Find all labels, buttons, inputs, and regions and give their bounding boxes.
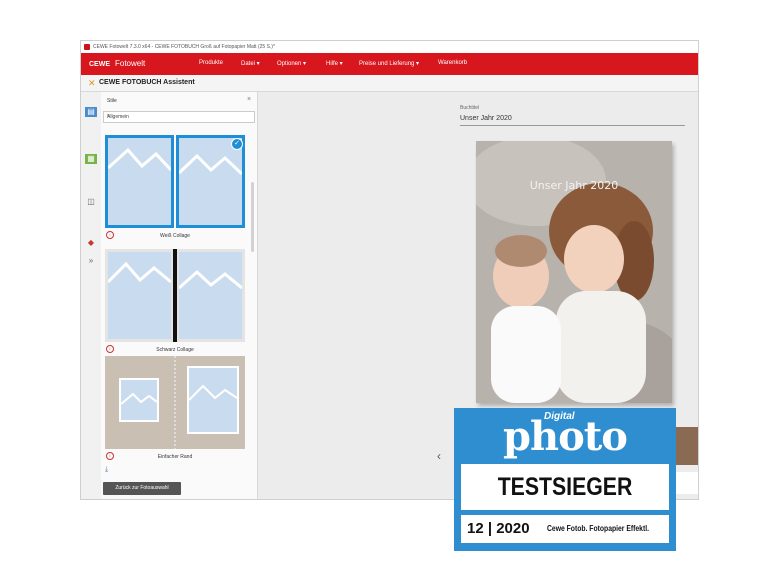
assistant-bar: ✕ CEWE FOTOBUCH Assistent bbox=[81, 75, 698, 92]
page-strip-thumbnail[interactable] bbox=[675, 427, 698, 465]
style-label: Weiß Collage bbox=[160, 233, 190, 239]
mountain-placeholder-icon bbox=[108, 252, 171, 339]
menu-preise[interactable]: Preise und Lieferung ▾ bbox=[359, 60, 419, 67]
previous-page-arrow-icon[interactable]: ‹ bbox=[437, 449, 441, 463]
brand-name: CEWE bbox=[89, 61, 110, 68]
mountain-placeholder-icon bbox=[189, 368, 237, 432]
back-to-photo-selection-button[interactable]: Zurück zur Fotoauswahl bbox=[103, 482, 181, 495]
menu-hilfe-label: Hilfe bbox=[326, 61, 339, 67]
menu-produkte[interactable]: Produkte bbox=[199, 60, 223, 66]
clipart-icon[interactable]: ◆ bbox=[85, 238, 97, 248]
category-select[interactable]: Allgemein ▾ bbox=[103, 111, 255, 123]
pages-icon[interactable]: ◫ bbox=[85, 197, 97, 207]
mountain-placeholder-icon bbox=[121, 380, 157, 420]
menu-preise-label: Preise und Lieferung bbox=[359, 61, 415, 67]
style-card-weiss-collage[interactable]: ✓ i Weiß Collage bbox=[103, 133, 247, 243]
page-left bbox=[108, 138, 171, 225]
book-cover-preview[interactable]: Unser Jahr 2020 bbox=[476, 141, 672, 403]
spine bbox=[174, 356, 176, 449]
photo-frame-left bbox=[119, 378, 159, 422]
download-icon[interactable]: ⤓ bbox=[105, 466, 108, 474]
spine bbox=[173, 249, 177, 342]
badge-product: Cewe Fotob. Fotopapier Effektl. bbox=[547, 524, 650, 533]
badge-details-box: 12 | 2020 Cewe Fotob. Fotopapier Effektl… bbox=[461, 515, 669, 543]
photo-frame-right bbox=[187, 366, 239, 434]
cover-title: Unser Jahr 2020 bbox=[529, 179, 619, 192]
app-icon bbox=[84, 44, 90, 50]
close-icon[interactable]: × bbox=[247, 96, 251, 103]
brand-logo: CEWE Fotowelt bbox=[89, 59, 145, 68]
style-preview: ✓ bbox=[105, 135, 245, 228]
mountain-placeholder-icon bbox=[108, 138, 171, 225]
menu-warenkorb[interactable]: Warenkorb bbox=[438, 60, 467, 66]
page-right bbox=[179, 252, 242, 339]
panel-title: Stile bbox=[107, 98, 117, 104]
mountain-placeholder-icon bbox=[179, 138, 242, 225]
style-card-einfacher-rand[interactable]: i Einfacher Rand bbox=[103, 354, 247, 464]
page-right bbox=[179, 138, 242, 225]
layout-icon[interactable]: ▤ bbox=[85, 107, 97, 117]
title-bar: CEWE Fotowelt 7.3.0 x64 - CEWE FOTOBUCH … bbox=[81, 41, 698, 53]
window-title: CEWE Fotowelt 7.3.0 x64 - CEWE FOTOBUCH … bbox=[93, 44, 275, 50]
menu-optionen-label: Optionen bbox=[277, 61, 302, 67]
menu-optionen[interactable]: Optionen ▾ bbox=[277, 60, 306, 67]
check-icon: ✓ bbox=[231, 138, 243, 150]
book-title-input[interactable]: Unser Jahr 2020 bbox=[460, 114, 685, 126]
panel-scrollbar[interactable] bbox=[251, 182, 254, 252]
style-preview bbox=[105, 356, 245, 449]
styles-panel: Stile × Allgemein ▾ ✓ i Weiß Collage i S… bbox=[101, 92, 258, 499]
style-label: Schwarz Collage bbox=[156, 347, 194, 353]
style-card-schwarz-collage[interactable]: i Schwarz Collage bbox=[103, 247, 247, 357]
chevron-down-icon: ▾ bbox=[107, 113, 110, 119]
menu-datei-label: Datei bbox=[241, 61, 256, 67]
menu-hilfe[interactable]: Hilfe ▾ bbox=[326, 60, 343, 67]
style-preview bbox=[105, 249, 245, 342]
tool-sidebar: ▤ ▦ ◫ ◆ » bbox=[81, 92, 102, 499]
test-winner-badge: Digital photo TESTSIEGER 12 | 2020 Cewe … bbox=[454, 408, 676, 551]
mountain-placeholder-icon bbox=[179, 252, 242, 339]
magic-wand-icon: ✕ bbox=[88, 78, 96, 88]
expand-icon[interactable]: » bbox=[85, 256, 97, 266]
spine bbox=[174, 135, 176, 228]
menu-datei[interactable]: Datei ▾ bbox=[241, 60, 260, 67]
page-strip-thumbnail-caption bbox=[675, 472, 698, 494]
assistant-title: CEWE FOTOBUCH Assistent bbox=[99, 79, 195, 86]
photos-icon[interactable]: ▦ bbox=[85, 154, 97, 164]
page-left bbox=[108, 252, 171, 339]
app-name: Fotowelt bbox=[115, 59, 146, 68]
book-title-value: Unser Jahr 2020 bbox=[460, 115, 512, 122]
badge-award-text: TESTSIEGER bbox=[497, 473, 633, 501]
badge-issue: 12 | 2020 bbox=[467, 520, 530, 537]
badge-award-box: TESTSIEGER bbox=[461, 464, 669, 510]
badge-magazine-logo: photo bbox=[503, 413, 628, 460]
book-title-label: Buchtitel bbox=[460, 105, 480, 111]
style-label: Einfacher Rand bbox=[157, 454, 193, 460]
menu-bar: CEWE Fotowelt Produkte Datei ▾ Optionen ▾… bbox=[81, 53, 698, 75]
